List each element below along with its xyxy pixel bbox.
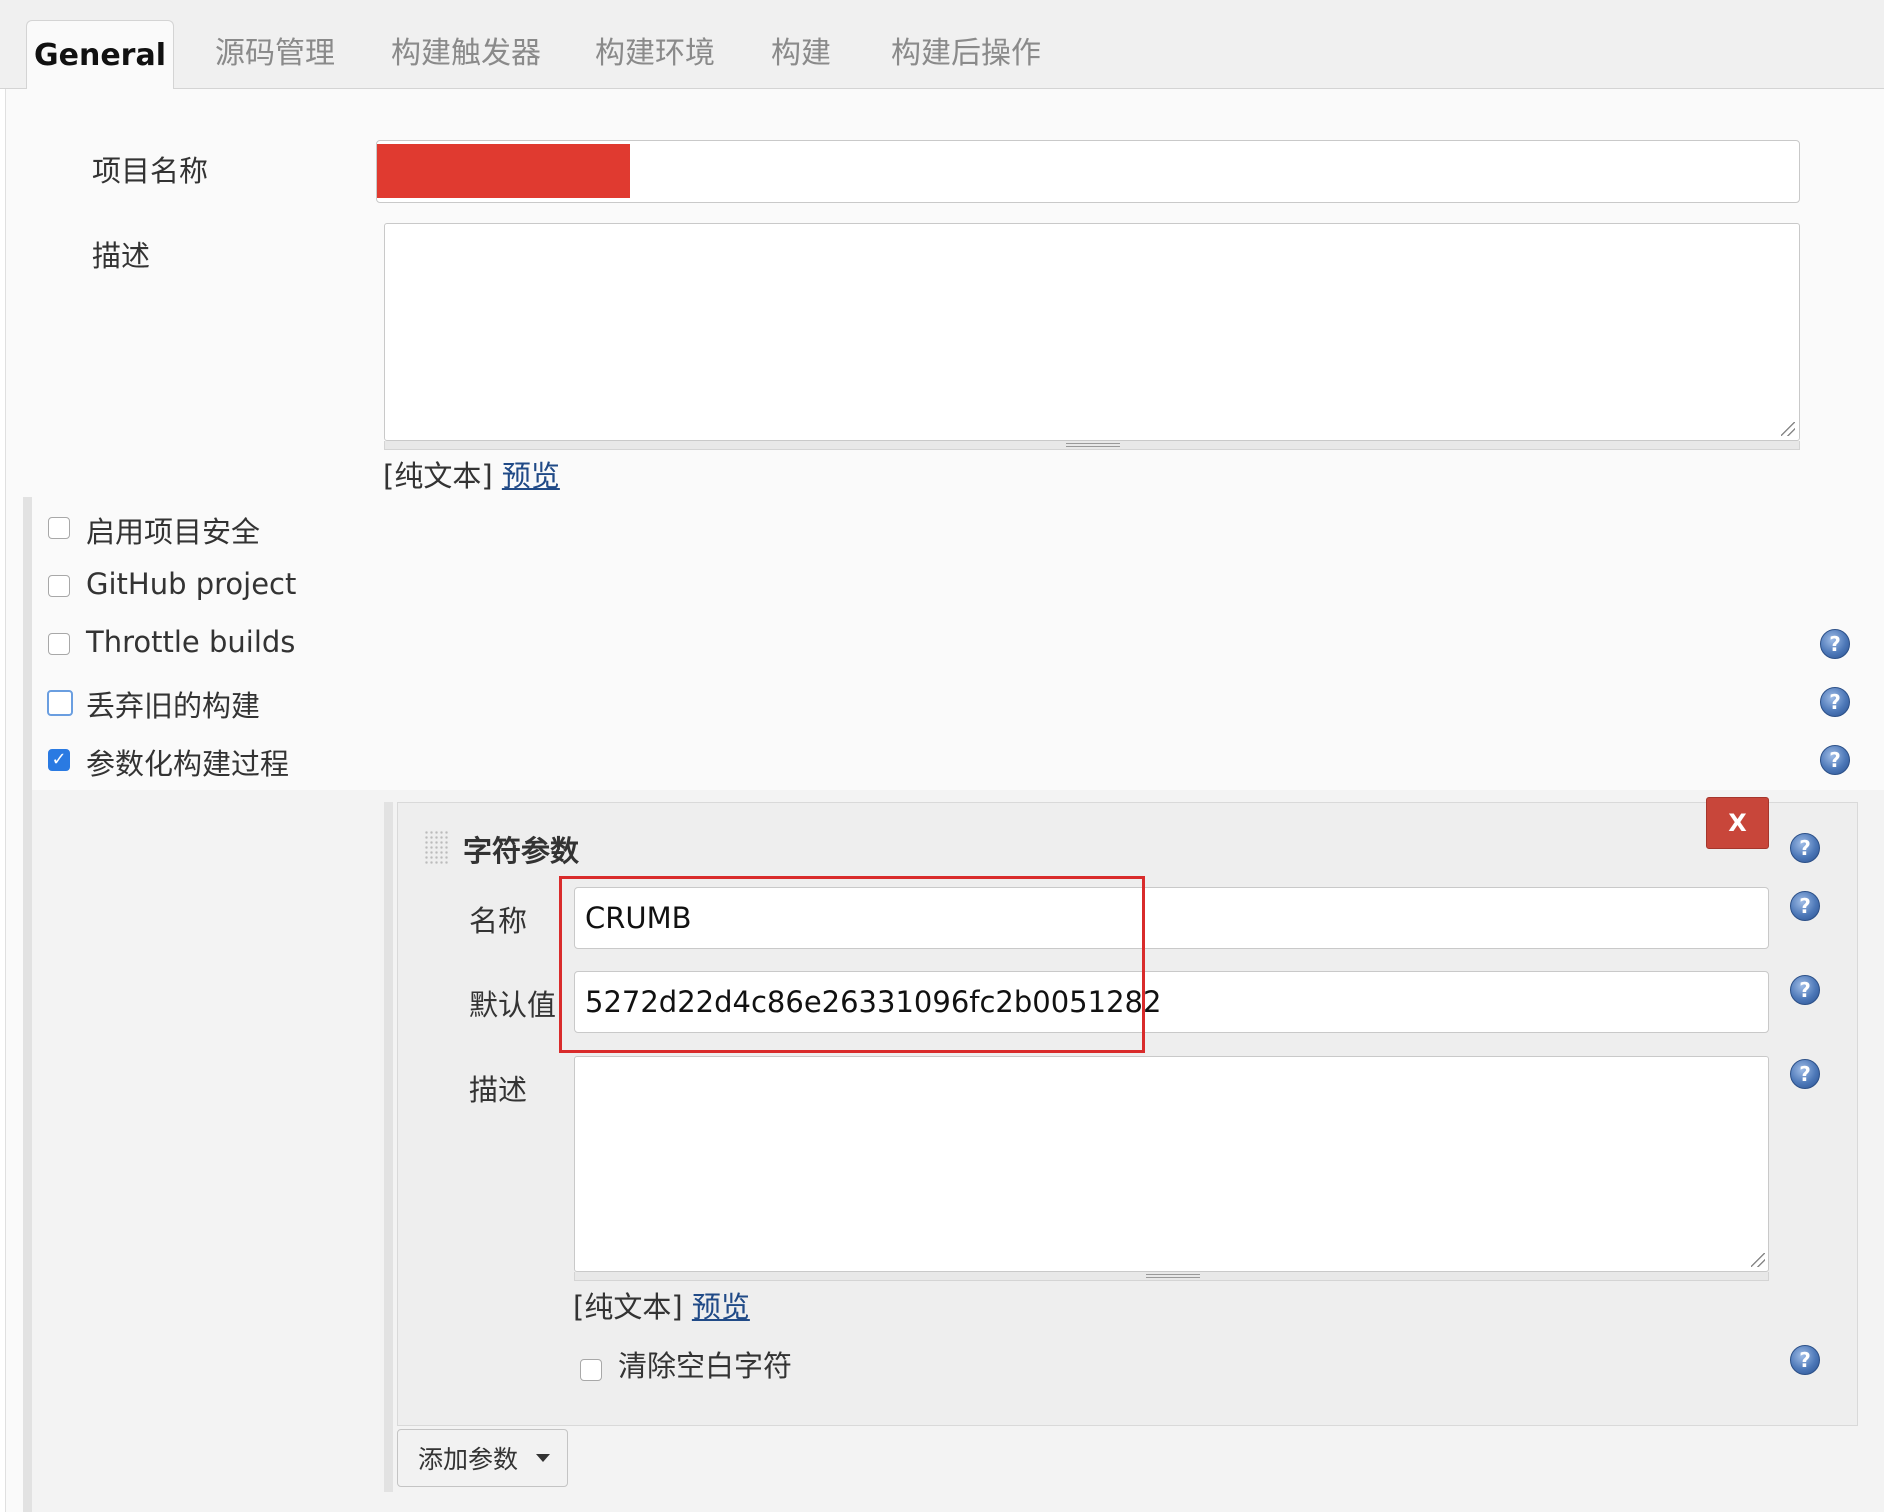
tab-bar: General 源码管理 构建触发器 构建环境 构建 构建后操作 (0, 0, 1884, 90)
help-icon[interactable]: ? (1790, 891, 1820, 921)
drag-handle-icon[interactable] (424, 830, 448, 864)
param-description-textarea[interactable] (574, 1056, 1769, 1272)
tab-build-triggers[interactable]: 构建触发器 (391, 0, 541, 88)
trim-whitespace-label: 清除空白字符 (618, 1349, 793, 1383)
project-name-label: 项目名称 (92, 154, 209, 188)
format-text: [纯文本] (573, 1290, 683, 1324)
enable-project-security-checkbox[interactable] (48, 517, 70, 539)
textarea-resize-corner[interactable] (1751, 1253, 1765, 1267)
throttle-builds-label: Throttle builds (86, 625, 296, 659)
param-name-label: 名称 (469, 904, 528, 938)
help-icon[interactable]: ? (1820, 745, 1850, 775)
check-icon: ✓ (51, 749, 67, 770)
add-parameter-label: 添加参数 (418, 1445, 519, 1474)
discard-old-builds-checkbox[interactable] (47, 690, 73, 716)
help-icon[interactable]: ? (1790, 1345, 1820, 1375)
parameterized-build-label: 参数化构建过程 (86, 747, 290, 781)
textarea-resize-corner[interactable] (1781, 422, 1795, 436)
delete-parameter-button[interactable]: X (1706, 797, 1769, 849)
string-parameter-title: 字符参数 (463, 834, 580, 868)
param-description-label: 描述 (469, 1073, 528, 1107)
description-textarea[interactable] (384, 223, 1800, 441)
github-project-label: GitHub project (86, 567, 297, 601)
preview-link[interactable]: 预览 (502, 459, 560, 493)
throttle-builds-checkbox[interactable] (48, 633, 70, 655)
param-default-label: 默认值 (469, 988, 557, 1022)
enable-project-security-label: 启用项目安全 (86, 515, 261, 549)
preview-link[interactable]: 预览 (692, 1290, 750, 1324)
parameterized-build-checkbox[interactable]: ✓ (48, 749, 70, 771)
help-icon[interactable]: ? (1790, 833, 1820, 863)
tab-build-environment[interactable]: 构建环境 (595, 0, 715, 88)
tab-build[interactable]: 构建 (771, 0, 831, 88)
github-project-checkbox[interactable] (48, 575, 70, 597)
tab-source-control[interactable]: 源码管理 (215, 0, 335, 88)
discard-old-builds-label: 丢弃旧的构建 (86, 689, 261, 723)
add-parameter-button[interactable]: 添加参数 (397, 1429, 568, 1487)
resize-grip (1146, 1274, 1200, 1278)
help-icon[interactable]: ? (1820, 687, 1850, 717)
help-icon[interactable]: ? (1790, 975, 1820, 1005)
help-icon[interactable]: ? (1820, 629, 1850, 659)
trim-whitespace-checkbox[interactable] (580, 1359, 602, 1381)
parameters-rule (384, 802, 393, 1492)
highlight-box (559, 876, 1145, 1053)
tab-general[interactable]: General (26, 20, 174, 90)
redacted-project-name (377, 144, 630, 198)
help-icon[interactable]: ? (1790, 1059, 1820, 1089)
caret-down-icon (536, 1454, 551, 1462)
description-label: 描述 (92, 239, 151, 273)
resize-grip (1066, 443, 1120, 447)
tab-post-build[interactable]: 构建后操作 (891, 0, 1041, 88)
description-format-row: [纯文本] 预览 (383, 453, 560, 495)
param-description-format-row: [纯文本] 预览 (573, 1284, 750, 1326)
format-text: [纯文本] (383, 459, 493, 493)
section-rule (23, 497, 32, 1512)
